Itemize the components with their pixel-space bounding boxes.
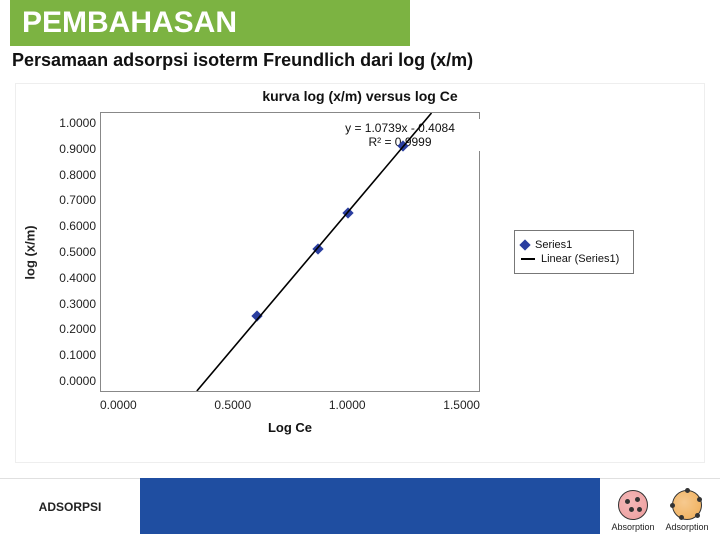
y-tick: 0.5000 xyxy=(48,245,96,259)
x-tick: 0.0000 xyxy=(100,398,137,412)
chart-container: kurva log (x/m) versus log Ce log (x/m) … xyxy=(15,83,705,463)
page-subtitle: Persamaan adsorpsi isoterm Freundlich da… xyxy=(0,46,720,75)
x-tick: 1.5000 xyxy=(443,398,480,412)
page-title: PEMBAHASAN xyxy=(10,0,410,46)
absorption-label: Absorption xyxy=(611,522,654,532)
adsorption-label: Adsorption xyxy=(665,522,708,532)
y-axis-label: log (x/m) xyxy=(23,225,38,279)
diamond-icon xyxy=(519,239,530,250)
x-tick: 0.5000 xyxy=(214,398,251,412)
footer-mid xyxy=(140,478,600,534)
absorption-diagram: Absorption xyxy=(611,490,654,532)
line-icon xyxy=(521,258,535,260)
y-tick: 0.1000 xyxy=(48,348,96,362)
y-axis-label-wrap: log (x/m) xyxy=(16,112,44,392)
y-tick: 1.0000 xyxy=(48,116,96,130)
legend-label: Linear (Series1) xyxy=(541,253,619,265)
adsorption-diagram: Adsorption xyxy=(665,490,708,532)
y-tick: 0.6000 xyxy=(48,219,96,233)
footer-right: Absorption Adsorption xyxy=(600,478,720,534)
legend-label: Series1 xyxy=(535,239,572,251)
y-axis-ticks: 1.0000 0.9000 0.8000 0.7000 0.6000 0.500… xyxy=(44,112,100,392)
legend-item: Series1 xyxy=(521,239,627,251)
x-axis-ticks: 0.0000 0.5000 1.0000 1.5000 xyxy=(100,398,480,412)
y-tick: 0.9000 xyxy=(48,142,96,156)
footer-bar: ADSORPSI Absorption Adsorption xyxy=(0,478,720,534)
x-axis-label: Log Ce xyxy=(100,420,480,435)
y-tick: 0.4000 xyxy=(48,271,96,285)
legend-item: Linear (Series1) xyxy=(521,253,627,265)
y-tick: 0.2000 xyxy=(48,322,96,336)
adsorption-icon xyxy=(672,490,702,520)
chart-plot: y = 1.0739x - 0.4084 R² = 0.9999 xyxy=(100,112,480,392)
chart-legend: Series1 Linear (Series1) xyxy=(514,230,634,274)
regression-line xyxy=(101,113,479,391)
absorption-icon xyxy=(618,490,648,520)
footer-label: ADSORPSI xyxy=(39,500,102,514)
chart-title: kurva log (x/m) versus log Ce xyxy=(16,88,704,104)
y-tick: 0.7000 xyxy=(48,193,96,207)
y-tick: 0.0000 xyxy=(48,374,96,388)
y-tick: 0.8000 xyxy=(48,168,96,182)
footer-left: ADSORPSI xyxy=(0,478,140,534)
y-tick: 0.3000 xyxy=(48,297,96,311)
x-tick: 1.0000 xyxy=(329,398,366,412)
